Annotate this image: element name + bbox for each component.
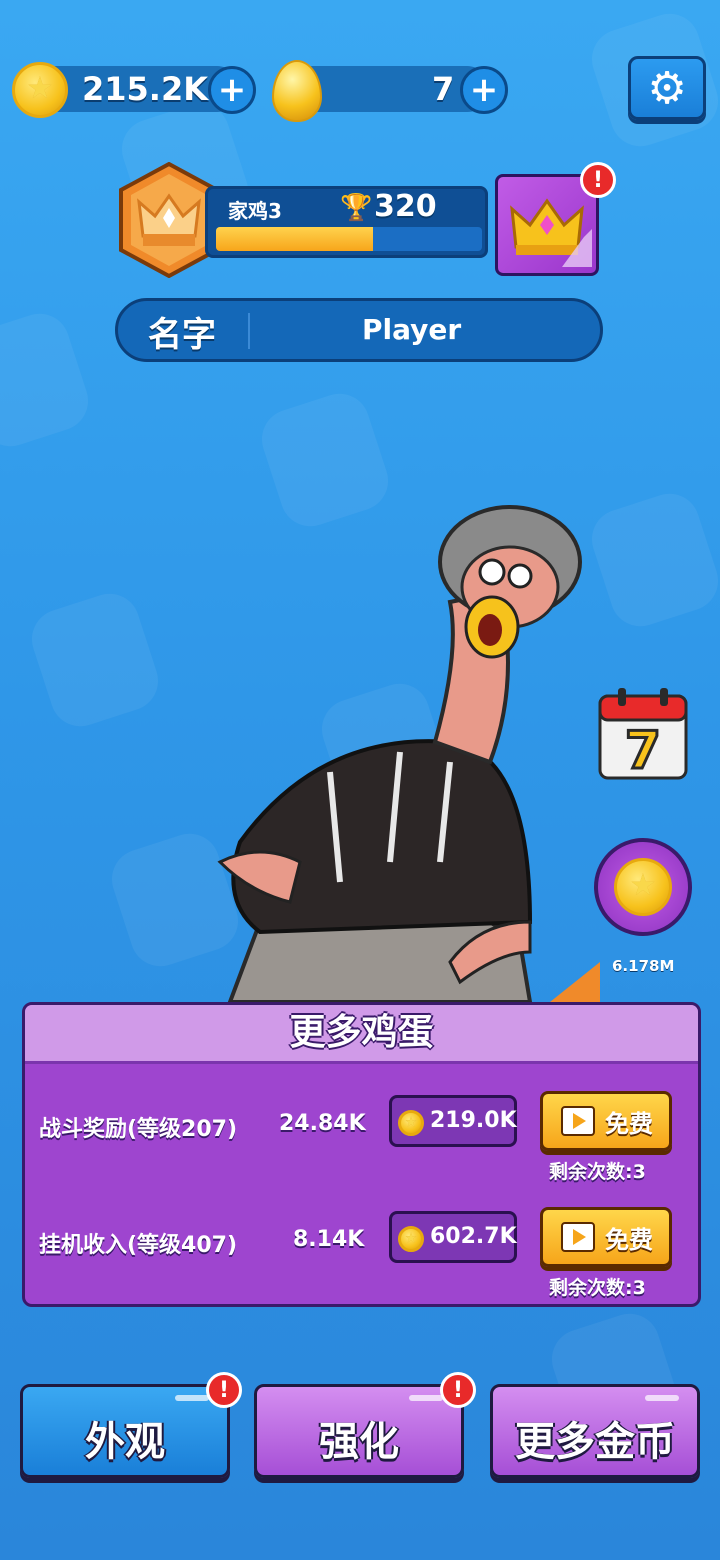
button-shine [645,1395,679,1401]
background-decoration [584,485,720,635]
rank-progress-fill [216,227,373,251]
button-shine [175,1395,209,1401]
button-shine [409,1395,443,1401]
coin-icon: ★ [12,62,68,118]
name-divider [248,313,250,349]
add-coins-button[interactable]: + [208,66,256,114]
coin-amount: 215.2K [82,70,209,108]
background-decoration [0,305,96,455]
more-coins-label: 更多金币 [515,1419,675,1465]
idle-income-remaining: 剩余次数:3 [549,1277,646,1299]
idle-coin-amount: 6.178M [612,957,675,975]
rank-title: 家鸡3 [228,199,282,223]
rank-progress-panel: 家鸡3 🏆 320 [205,186,488,258]
battle-reward-free-button[interactable]: 免费 [540,1091,672,1151]
crown-icon [510,198,592,267]
free-label: 免费 [605,1110,653,1138]
egg-amount: 7 [432,70,455,108]
idle-income-amount: 8.14K [293,1227,365,1252]
battle-reward-remaining: 剩余次数:3 [549,1161,646,1183]
idle-income-free-button[interactable]: 免费 [540,1207,672,1267]
appearance-label: 外观 [85,1419,165,1465]
coin-icon: ★ [614,858,672,916]
panel-title: 更多鸡蛋 [289,1012,434,1053]
upgrade-button[interactable]: 强化 [254,1384,464,1478]
name-label: 名字 [148,315,216,355]
appearance-button[interactable]: 外观 [20,1384,230,1478]
battle-reward-upgrade-button[interactable]: ★ 219.0K [389,1095,517,1147]
gear-icon: ⚙ [647,62,687,114]
upgrade-alert-badge: ! [440,1372,476,1408]
chicken-character [217,505,600,1002]
more-eggs-panel: 更多鸡蛋 战斗奖励(等级207) 24.84K ★ 219.0K 免费 剩余次数… [22,1002,701,1307]
player-name-field[interactable]: 名字 Player [115,298,603,362]
trophy-count: 320 [374,189,437,224]
daily-calendar-button[interactable]: 7 [598,686,688,780]
coin-icon: ★ [398,1110,424,1136]
idle-income-upgrade-button[interactable]: ★ 602.7K [389,1211,517,1263]
battle-reward-label: 战斗奖励(等级207) [39,1117,238,1142]
settings-button[interactable]: ⚙ [628,56,706,120]
battle-reward-cost: 219.0K [430,1108,517,1133]
add-eggs-button[interactable]: + [460,66,508,114]
trophy-icon: 🏆 [340,193,373,223]
idle-income-label: 挂机收入(等级407) [39,1233,238,1258]
battle-reward-amount: 24.84K [279,1111,366,1136]
upgrade-label: 强化 [319,1419,399,1465]
free-label: 免费 [605,1226,653,1254]
idle-income-cost: 602.7K [430,1224,517,1249]
crown-alert-badge: ! [580,162,616,198]
appearance-alert-badge: ! [206,1372,242,1408]
coin-icon: ★ [398,1226,424,1252]
rank-progress-bar [216,227,482,251]
panel-header: 更多鸡蛋 [25,1005,698,1064]
idle-coin-button[interactable]: ★ [594,838,692,936]
background-decoration [24,585,166,735]
more-coins-button[interactable]: 更多金币 [490,1384,700,1478]
calendar-day: 7 [625,721,661,780]
player-name-value: Player [362,313,462,346]
video-play-icon [561,1106,595,1136]
video-play-icon [561,1222,595,1252]
